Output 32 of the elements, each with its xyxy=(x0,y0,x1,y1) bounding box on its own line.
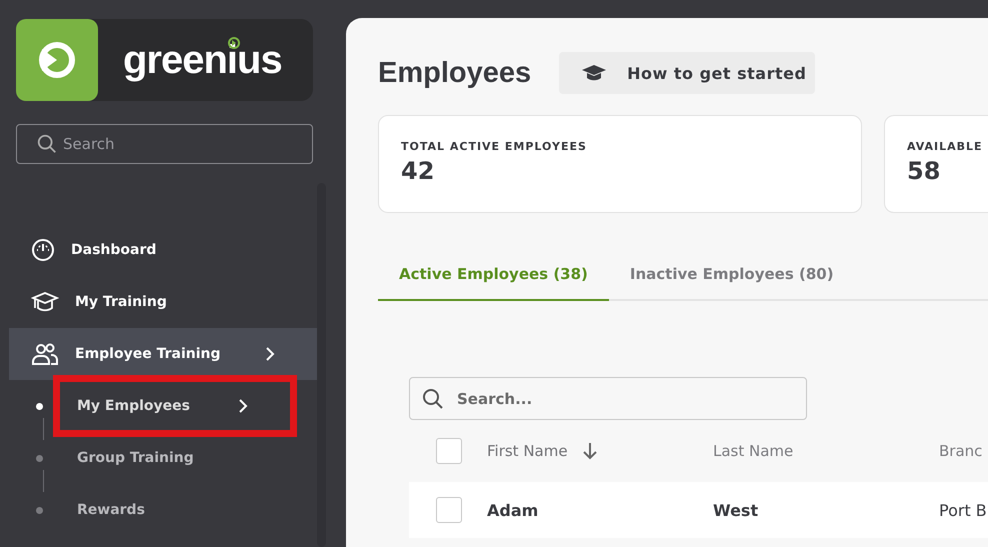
logo[interactable]: greenius xyxy=(16,19,313,101)
nav-item[interactable]: My Training xyxy=(9,276,317,328)
nav-item[interactable]: Dashboard xyxy=(9,224,317,276)
tab[interactable]: Inactive Employees (80) xyxy=(608,265,855,301)
stat-label: AVAILABLE xyxy=(907,140,984,153)
sort-down-icon xyxy=(582,442,598,460)
search-icon xyxy=(421,386,445,410)
play-logo-icon xyxy=(16,19,98,101)
graduation-cap-icon xyxy=(581,63,608,83)
tab[interactable]: Active Employees (38) xyxy=(378,265,609,301)
row-checkbox[interactable] xyxy=(436,497,462,523)
column-header[interactable]: First Name xyxy=(487,442,713,460)
gauge-icon xyxy=(31,238,55,262)
nav-item[interactable]: Employee Training xyxy=(9,328,317,380)
graduation-cap-icon xyxy=(31,290,59,314)
table-cell: Port B xyxy=(939,500,988,520)
page-title: Employees xyxy=(378,56,532,90)
search-icon xyxy=(36,133,58,155)
column-header[interactable]: Branc xyxy=(939,442,988,460)
table-cell-text: West xyxy=(713,500,760,520)
logo-text: greenius xyxy=(123,38,282,82)
help-button[interactable]: How to get started xyxy=(559,52,816,94)
stat-value: 58 xyxy=(907,157,942,185)
table-search-field[interactable]: Search... xyxy=(409,377,807,420)
stat-label: TOTAL ACTIVE EMPLOYEES xyxy=(401,140,588,153)
select-all-checkbox[interactable] xyxy=(436,438,462,464)
stat-value: 42 xyxy=(401,157,436,185)
sidebar-search-field[interactable]: Search xyxy=(16,124,313,164)
people-icon xyxy=(31,342,59,366)
column-header[interactable]: Last Name xyxy=(713,442,939,460)
subnav-item[interactable]: My Employees xyxy=(53,375,297,437)
table-cell-text: Adam xyxy=(487,500,540,520)
